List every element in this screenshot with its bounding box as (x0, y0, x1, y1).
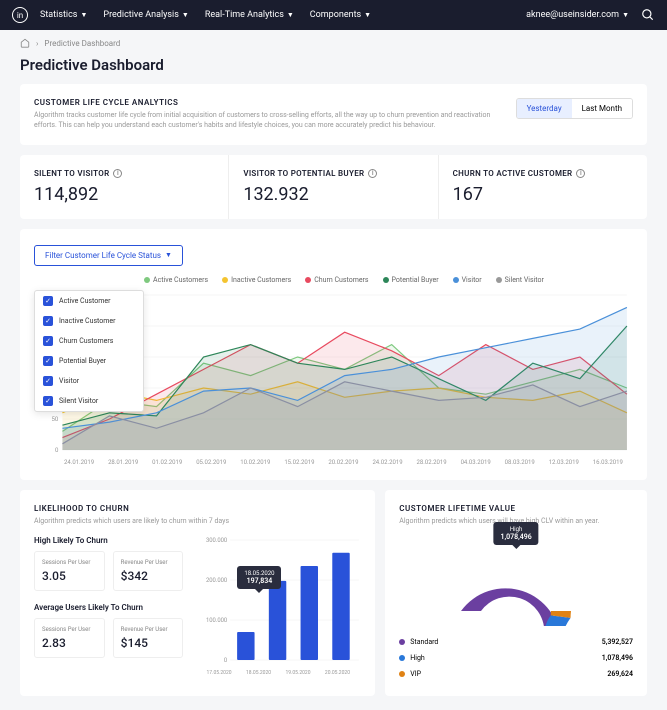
nav-components[interactable]: Components▼ (310, 10, 371, 20)
legend-item: Active Customers (144, 276, 208, 284)
legend-item: Inactive Customers (222, 276, 291, 284)
metric-silent-visitor: SILENT TO VISITORi 114,892 (20, 155, 229, 219)
top-navigation: in Statistics▼ Predictive Analysis▼ Real… (0, 0, 667, 30)
stat-avg-sessions: Sessions Per User2.83 (34, 618, 105, 658)
high-churn-title: High Likely To Churn (34, 536, 183, 545)
churn-card: LIKELIHOOD TO CHURN Algorithm predicts w… (20, 490, 375, 697)
metric-churn-active: CHURN TO ACTIVE CUSTOMERi 167 (439, 155, 647, 219)
checkbox-icon: ✓ (43, 376, 53, 386)
breadcrumb: › Predictive Dashboard (0, 30, 667, 56)
page-title: Predictive Dashboard (0, 56, 667, 84)
clv-title: CUSTOMER LIFETIME VALUE (399, 504, 633, 513)
churn-desc: Algorithm predicts which users are likel… (34, 517, 361, 527)
stat-high-sessions: Sessions Per User3.05 (34, 551, 105, 591)
legend-item: Visitor (453, 276, 482, 284)
metric-visitor-buyer: VISITOR TO POTENTIAL BUYERi 132.932 (229, 155, 438, 219)
nav-predictive[interactable]: Predictive Analysis▼ (103, 10, 188, 20)
legend-item: Churn Customers (305, 276, 368, 284)
filter-dropdown: ✓Active Customer✓Inactive Customer✓Churn… (34, 290, 144, 412)
breadcrumb-current: Predictive Dashboard (44, 39, 120, 48)
checkbox-icon: ✓ (43, 336, 53, 346)
toggle-last-month[interactable]: Last Month (572, 99, 632, 118)
legend-item: Silent Visitor (496, 276, 544, 284)
clv-legend-row: Standard5,392,527 (399, 634, 633, 650)
checkbox-icon: ✓ (43, 356, 53, 366)
info-icon[interactable]: i (368, 169, 377, 178)
dropdown-option[interactable]: ✓Potential Buyer (35, 351, 143, 371)
svg-text:0: 0 (55, 447, 59, 454)
chevron-down-icon: ▼ (364, 11, 371, 19)
checkbox-icon: ✓ (43, 316, 53, 326)
dropdown-option[interactable]: ✓Inactive Customer (35, 311, 143, 331)
search-icon[interactable] (641, 8, 655, 22)
checkbox-icon: ✓ (43, 396, 53, 406)
breadcrumb-separator: › (36, 39, 38, 48)
chevron-down-icon: ▼ (80, 11, 87, 19)
chart-legend: Active Customers Inactive Customers Churn … (144, 276, 633, 284)
dropdown-option[interactable]: ✓Churn Customers (35, 331, 143, 351)
donut-tooltip: High1,078,496 (493, 522, 538, 545)
metrics-card: SILENT TO VISITORi 114,892 VISITOR TO PO… (20, 155, 647, 219)
user-menu[interactable]: aknee@useinsider.com▼ (526, 10, 629, 20)
svg-text:200.000: 200.000 (206, 578, 227, 584)
dropdown-option[interactable]: ✓Active Customer (35, 291, 143, 311)
nav-realtime[interactable]: Real-Time Analytics▼ (205, 10, 294, 20)
svg-text:100.000: 100.000 (206, 618, 227, 624)
info-icon[interactable]: i (113, 169, 122, 178)
churn-bar-chart: 18.05.2020197,834 0 100.000 200.000 300.000… (195, 536, 361, 676)
time-range-toggle: Yesterday Last Month (516, 98, 633, 119)
stat-avg-revenue: Revenue Per User$145 (113, 618, 184, 658)
lifecycle-title: CUSTOMER LIFE CYCLE ANALYTICS (34, 98, 496, 107)
churn-title: LIKELIHOOD TO CHURN (34, 504, 361, 513)
avg-churn-title: Average Users Likely To Churn (34, 603, 183, 612)
svg-text:300.000: 300.000 (206, 538, 227, 544)
bar-tooltip: 18.05.2020197,834 (237, 566, 281, 589)
checkbox-icon: ✓ (43, 296, 53, 306)
dropdown-option[interactable]: ✓Silent Visitor (35, 391, 143, 411)
home-icon[interactable] (20, 38, 30, 48)
filter-lifecycle-button[interactable]: Filter Customer Life Cycle Status ▼ (34, 245, 183, 266)
legend-item: Potential Buyer (383, 276, 439, 284)
info-icon[interactable]: i (576, 169, 585, 178)
x-axis-labels: 24.01.201928.01.201901.02.201905.02.2019… (34, 459, 633, 466)
clv-legend-row: High1,078,496 (399, 650, 633, 666)
logo-icon: in (12, 7, 28, 23)
svg-text:0: 0 (224, 658, 227, 664)
chevron-down-icon: ▼ (287, 11, 294, 19)
stat-high-revenue: Revenue Per User$342 (113, 551, 184, 591)
dropdown-option[interactable]: ✓Visitor (35, 371, 143, 391)
toggle-yesterday[interactable]: Yesterday (517, 99, 572, 118)
chevron-down-icon: ▼ (165, 251, 172, 259)
clv-legend-row: VIP269,624 (399, 666, 633, 682)
lifecycle-desc: Algorithm tracks customer life cycle fro… (34, 111, 496, 131)
clv-card: CUSTOMER LIFETIME VALUE Algorithm predic… (385, 490, 647, 697)
lifecycle-header-card: CUSTOMER LIFE CYCLE ANALYTICS Algorithm … (20, 84, 647, 145)
chevron-down-icon: ▼ (182, 11, 189, 19)
chevron-down-icon: ▼ (622, 11, 629, 19)
svg-text:50: 50 (52, 416, 59, 423)
nav-statistics[interactable]: Statistics▼ (40, 10, 87, 20)
lifecycle-chart-card: Filter Customer Life Cycle Status ▼ Acti… (20, 229, 647, 480)
